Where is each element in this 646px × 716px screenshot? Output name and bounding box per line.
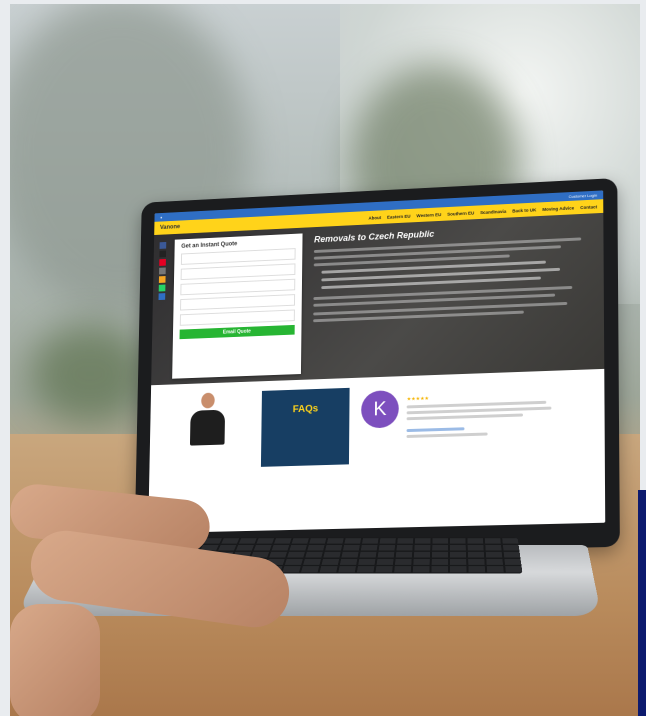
- nav-item-about[interactable]: About: [368, 215, 381, 220]
- facebook-icon[interactable]: [159, 241, 167, 249]
- photo-background: ● Customer Login Vanone About Eastern EU…: [10, 4, 640, 716]
- laptop-lid: ● Customer Login Vanone About Eastern EU…: [134, 177, 620, 557]
- nav-item-southern-eu[interactable]: Southern EU: [447, 210, 474, 216]
- site-logo[interactable]: Vanone: [160, 224, 180, 231]
- quote-field-phone[interactable]: [180, 294, 296, 311]
- review-card: K ★★★★★: [361, 379, 595, 468]
- email-icon[interactable]: [159, 267, 166, 275]
- review-stars: ★★★★★: [406, 395, 430, 403]
- nav-item-moving-advice[interactable]: Moving Advice: [542, 205, 574, 211]
- share-icon[interactable]: [158, 276, 166, 283]
- nav-item-back-to-uk[interactable]: Back to UK: [512, 207, 536, 213]
- faq-subtext: [265, 416, 345, 423]
- hero-text: Removals to Czech Republic: [313, 221, 596, 326]
- quote-field-extra[interactable]: [179, 309, 295, 326]
- person-body: [189, 409, 226, 446]
- founder-photo: [188, 392, 227, 447]
- faq-pretext: [266, 396, 346, 403]
- hero-section: Get an Instant Quote Email Quote Removal…: [151, 212, 605, 386]
- quote-field-email[interactable]: [180, 278, 296, 296]
- pinterest-icon[interactable]: [159, 258, 166, 266]
- quote-field-to[interactable]: [180, 263, 296, 281]
- laptop-screen: ● Customer Login Vanone About Eastern EU…: [148, 190, 606, 534]
- person-head: [201, 392, 215, 409]
- blue-edge-bar: [638, 490, 646, 716]
- whatsapp-icon[interactable]: [158, 284, 166, 292]
- blurred-greenery: [30, 324, 150, 424]
- nav-item-scandinavia[interactable]: Scandinavia: [480, 208, 506, 214]
- lower-section: FAQs K ★★★★★: [148, 368, 606, 534]
- review-text-line: [406, 413, 523, 420]
- nav-item-western-eu[interactable]: Western EU: [416, 212, 441, 218]
- faq-card[interactable]: FAQs: [260, 387, 350, 467]
- email-quote-button[interactable]: Email Quote: [179, 324, 295, 340]
- forearm: [10, 604, 100, 716]
- review-meta-line: [406, 432, 488, 438]
- nav-item-eastern-eu[interactable]: Eastern EU: [387, 213, 411, 219]
- linkedin-icon[interactable]: [158, 293, 166, 301]
- review-text-line: [406, 406, 552, 414]
- faq-title: FAQs: [292, 403, 319, 416]
- social-share-bar: [158, 241, 167, 301]
- x-icon[interactable]: [159, 250, 167, 258]
- nav-item-contact[interactable]: Contact: [580, 204, 597, 210]
- review-link-line[interactable]: [406, 427, 465, 432]
- quote-form: Get an Instant Quote Email Quote: [172, 233, 303, 379]
- customer-login-link[interactable]: Customer Login: [569, 193, 598, 199]
- reviewer-avatar: K: [361, 390, 399, 429]
- quote-field-from[interactable]: [180, 248, 296, 265]
